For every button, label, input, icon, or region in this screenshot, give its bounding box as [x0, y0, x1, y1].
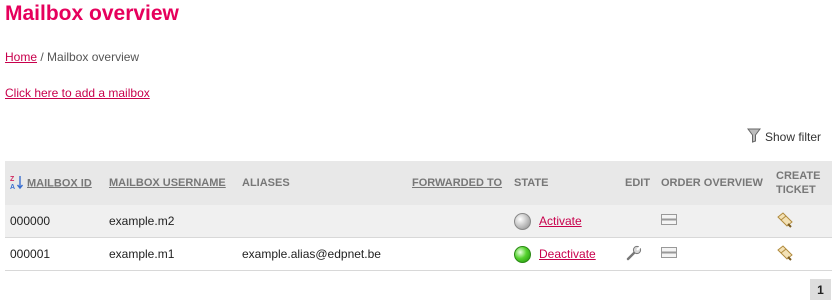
cell-create-ticket: [771, 238, 832, 271]
cell-forwarded-to: [407, 238, 509, 271]
header-username[interactable]: MAILBOX USERNAME: [104, 161, 237, 205]
order-overview-icon[interactable]: [661, 247, 677, 261]
cell-aliases: example.alias@edpnet.be: [242, 247, 381, 261]
header-aliases: ALIASES: [237, 161, 407, 205]
create-ticket-icon[interactable]: [776, 211, 794, 232]
breadcrumb-home-link[interactable]: Home: [5, 50, 37, 64]
deactivate-link[interactable]: Deactivate: [539, 247, 596, 261]
header-mailbox-id[interactable]: Z A MAILBOX ID: [5, 161, 104, 205]
cell-edit: [620, 205, 656, 238]
breadcrumb-separator: /: [40, 50, 44, 64]
header-create-ticket: CREATE TICKET: [771, 161, 832, 205]
cell-username: example.m1: [109, 247, 175, 261]
header-edit: EDIT: [620, 161, 656, 205]
cell-state: Activate: [509, 205, 620, 238]
cell-mailbox-id: 000001: [10, 247, 51, 261]
show-filter-button[interactable]: Show filter: [746, 128, 821, 146]
cell-create-ticket: [771, 205, 832, 238]
create-ticket-icon[interactable]: [776, 244, 794, 265]
cell-username: example.m2: [109, 214, 175, 228]
wrench-edit-icon[interactable]: [625, 244, 643, 265]
cell-mailbox-id: 000000: [10, 214, 51, 228]
funnel-icon: [746, 128, 761, 146]
mailbox-table: Z A MAILBOX ID MAILBOX USERNAME ALIASES …: [5, 161, 832, 271]
header-order-overview: ORDER OVERVIEW: [656, 161, 771, 205]
sort-mailbox-id-link[interactable]: MAILBOX ID: [27, 177, 92, 189]
order-overview-icon[interactable]: [661, 214, 677, 228]
cell-aliases: [237, 205, 407, 238]
cell-state: Deactivate: [509, 238, 620, 271]
sort-az-icon: Z A: [10, 174, 24, 193]
cell-edit: [620, 238, 656, 271]
header-order-overview-label: ORDER OVERVIEW: [661, 177, 763, 189]
svg-text:Z: Z: [10, 176, 15, 183]
sort-forwarded-to-link[interactable]: FORWARDED TO: [412, 177, 502, 189]
table-header-row: Z A MAILBOX ID MAILBOX USERNAME ALIASES …: [5, 161, 832, 205]
header-create-ticket-line1: CREATE: [776, 170, 821, 182]
header-create-ticket-line2: TICKET: [776, 184, 816, 196]
header-aliases-label: ALIASES: [242, 177, 290, 189]
pagination-page-button[interactable]: 1: [810, 279, 831, 300]
breadcrumb: Home / Mailbox overview: [5, 50, 139, 64]
header-state: STATE: [509, 161, 620, 205]
sort-username-link[interactable]: MAILBOX USERNAME: [109, 177, 226, 189]
header-state-label: STATE: [514, 177, 549, 189]
add-mailbox-link[interactable]: Click here to add a mailbox: [5, 86, 150, 100]
table-row: 000001 example.m1 example.alias@edpnet.b…: [5, 237, 832, 271]
cell-forwarded-to: [407, 205, 509, 238]
inactive-status-orb-icon: [514, 212, 531, 230]
breadcrumb-current: Mailbox overview: [47, 50, 140, 64]
header-edit-label: EDIT: [625, 177, 651, 189]
page-title: Mailbox overview: [5, 2, 179, 25]
svg-text:A: A: [10, 184, 15, 190]
show-filter-label: Show filter: [764, 130, 821, 144]
cell-order-overview: [656, 205, 771, 238]
table-row: 000000 example.m2 Activate: [5, 205, 832, 238]
cell-order-overview: [656, 238, 771, 271]
activate-link[interactable]: Activate: [539, 214, 582, 228]
mailbox-overview-page: Mailbox overview Home / Mailbox overview…: [0, 0, 838, 305]
active-status-orb-icon: [514, 245, 531, 263]
header-forwarded-to[interactable]: FORWARDED TO: [407, 161, 509, 205]
